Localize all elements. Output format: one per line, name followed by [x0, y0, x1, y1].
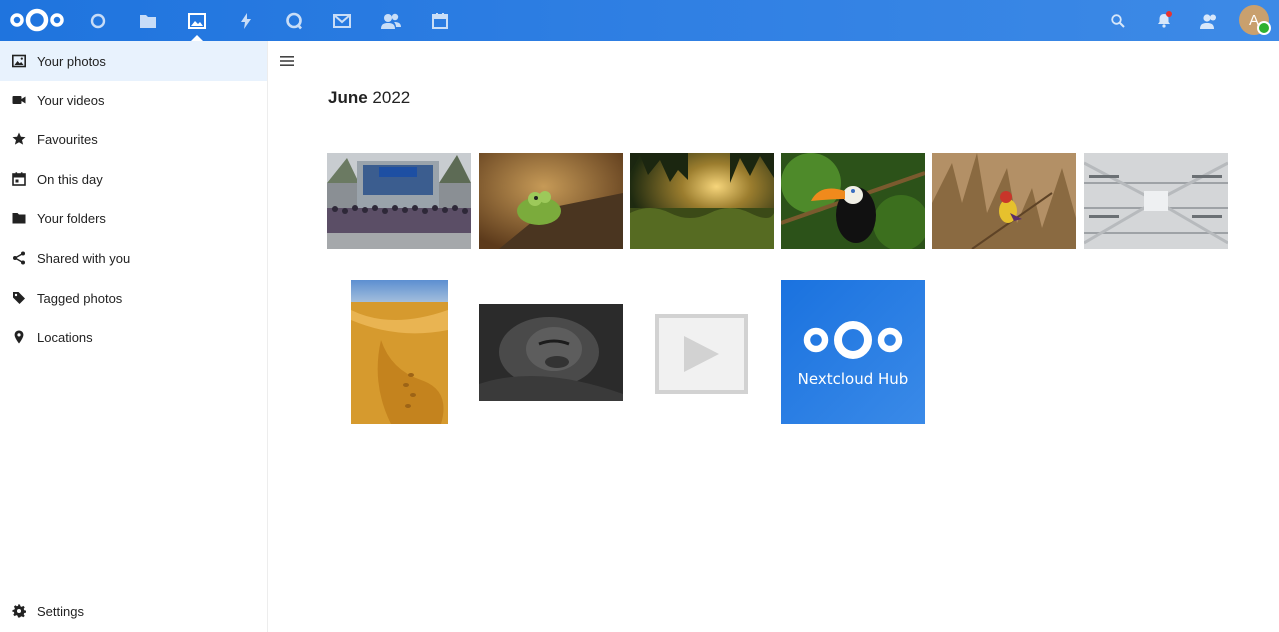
- nav-shared-with-you[interactable]: Shared with you: [0, 238, 267, 278]
- nav-locations[interactable]: Locations: [0, 317, 267, 357]
- nav-label: Your photos: [37, 53, 106, 69]
- nav-label: Your videos: [37, 92, 105, 108]
- nav-label: Your folders: [37, 210, 106, 226]
- nav-label: Settings: [37, 603, 84, 619]
- nav-label: Shared with you: [37, 250, 131, 266]
- month-name: June: [328, 88, 368, 107]
- photo-group-event[interactable]: [327, 153, 471, 249]
- nav-label: Favourites: [37, 131, 98, 147]
- photo-gorilla[interactable]: [479, 304, 623, 401]
- map-marker-icon: [0, 330, 37, 344]
- contacts-icon[interactable]: [369, 0, 413, 41]
- files-icon[interactable]: [126, 0, 170, 41]
- nextcloud-logo-icon[interactable]: [8, 6, 66, 34]
- folder-icon: [0, 211, 37, 225]
- video-placeholder[interactable]: [655, 314, 748, 394]
- photo-library[interactable]: [1084, 153, 1228, 249]
- nextcloud-hub-caption: Nextcloud Hub: [797, 370, 909, 388]
- star-icon: [0, 132, 37, 146]
- nav-label: Tagged photos: [37, 290, 123, 306]
- nav-your-folders[interactable]: Your folders: [0, 198, 267, 238]
- notifications-bell-icon[interactable]: [1144, 0, 1184, 41]
- search-icon[interactable]: [1098, 0, 1138, 41]
- year: 2022: [372, 88, 411, 107]
- nav-label: Locations: [37, 329, 93, 345]
- contacts-menu-icon[interactable]: [1189, 0, 1229, 41]
- calendar-icon[interactable]: [418, 0, 462, 41]
- online-status-icon: [1257, 21, 1271, 35]
- gear-icon: [0, 604, 37, 618]
- photo-frog[interactable]: [479, 153, 623, 249]
- tag-icon: [0, 291, 37, 305]
- nav-your-videos[interactable]: Your videos: [0, 80, 267, 120]
- nav-label: On this day: [37, 171, 103, 187]
- video-icon: [0, 93, 37, 107]
- dashboard-icon[interactable]: [76, 0, 120, 41]
- app-navigation: Your photos Your videos Favourites On th…: [0, 41, 268, 632]
- photo-finch[interactable]: [932, 153, 1076, 249]
- talk-icon[interactable]: [272, 0, 316, 41]
- image-icon: [0, 54, 37, 68]
- photo-toucan[interactable]: [781, 153, 925, 249]
- nextcloud-hub-image[interactable]: Nextcloud Hub: [781, 280, 925, 424]
- month-heading: June 2022: [328, 88, 410, 108]
- photos-icon[interactable]: [175, 0, 219, 41]
- nav-favourites[interactable]: Favourites: [0, 119, 267, 159]
- photo-desert[interactable]: [351, 280, 448, 424]
- nav-your-photos[interactable]: Your photos: [0, 41, 267, 81]
- nav-settings[interactable]: Settings: [0, 591, 267, 631]
- nav-tagged-photos[interactable]: Tagged photos: [0, 278, 267, 318]
- nav-on-this-day[interactable]: On this day: [0, 159, 267, 199]
- share-icon: [0, 251, 37, 265]
- activity-icon[interactable]: [224, 0, 268, 41]
- mail-icon[interactable]: [320, 0, 364, 41]
- navigation-toggle-icon[interactable]: [276, 50, 298, 72]
- notification-badge: [1166, 11, 1172, 17]
- top-header: A: [0, 0, 1279, 41]
- calendar-today-icon: [0, 172, 37, 186]
- photo-sunset-field[interactable]: [630, 153, 774, 249]
